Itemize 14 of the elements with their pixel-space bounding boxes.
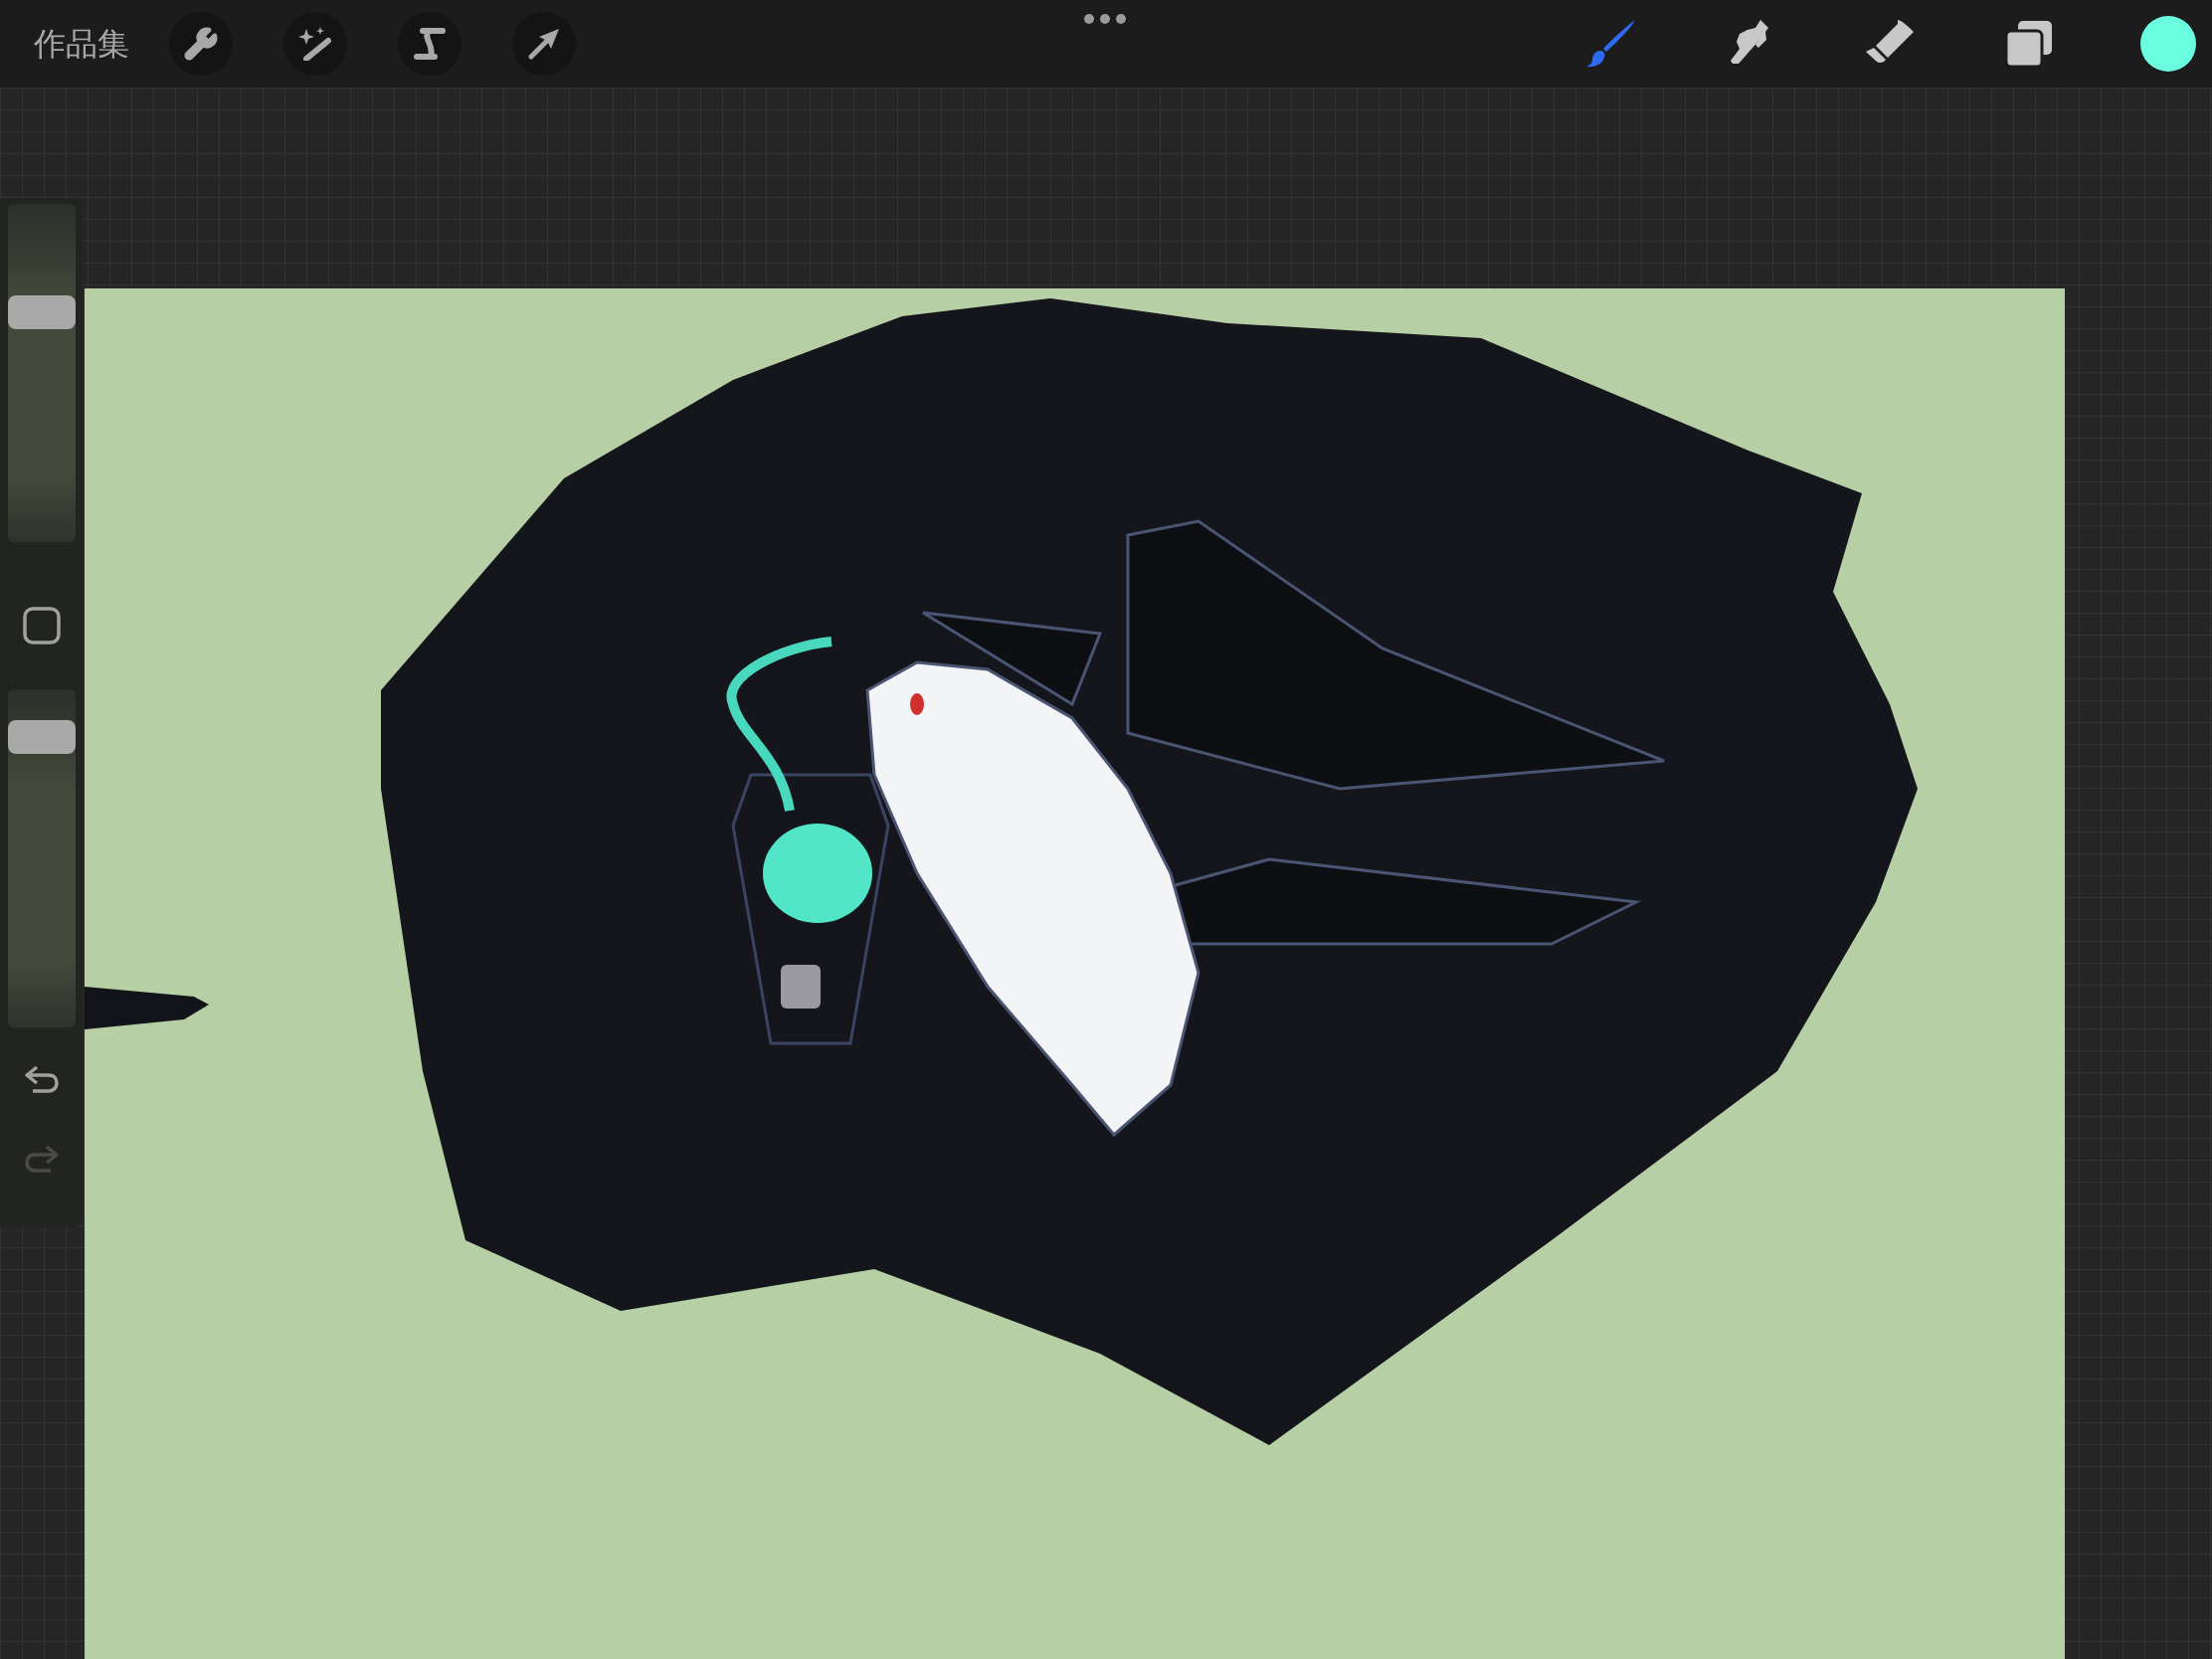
slider-thumb[interactable]: [7, 294, 76, 329]
slider-thumb[interactable]: [7, 719, 76, 754]
opacity-slider[interactable]: [7, 689, 76, 1027]
color-swatch[interactable]: [2140, 16, 2196, 72]
wrench-icon: [183, 26, 219, 62]
more-dots-icon[interactable]: [1083, 13, 1127, 25]
brush-size-slider[interactable]: [7, 204, 76, 542]
s-curve-icon: [413, 27, 447, 61]
gallery-button[interactable]: 作品集: [34, 20, 129, 68]
layers-icon: [2004, 19, 2054, 69]
arrow-icon: [527, 27, 561, 61]
modify-button[interactable]: [21, 606, 62, 645]
square-icon: [22, 607, 61, 645]
magic-wand-icon: [298, 27, 332, 61]
